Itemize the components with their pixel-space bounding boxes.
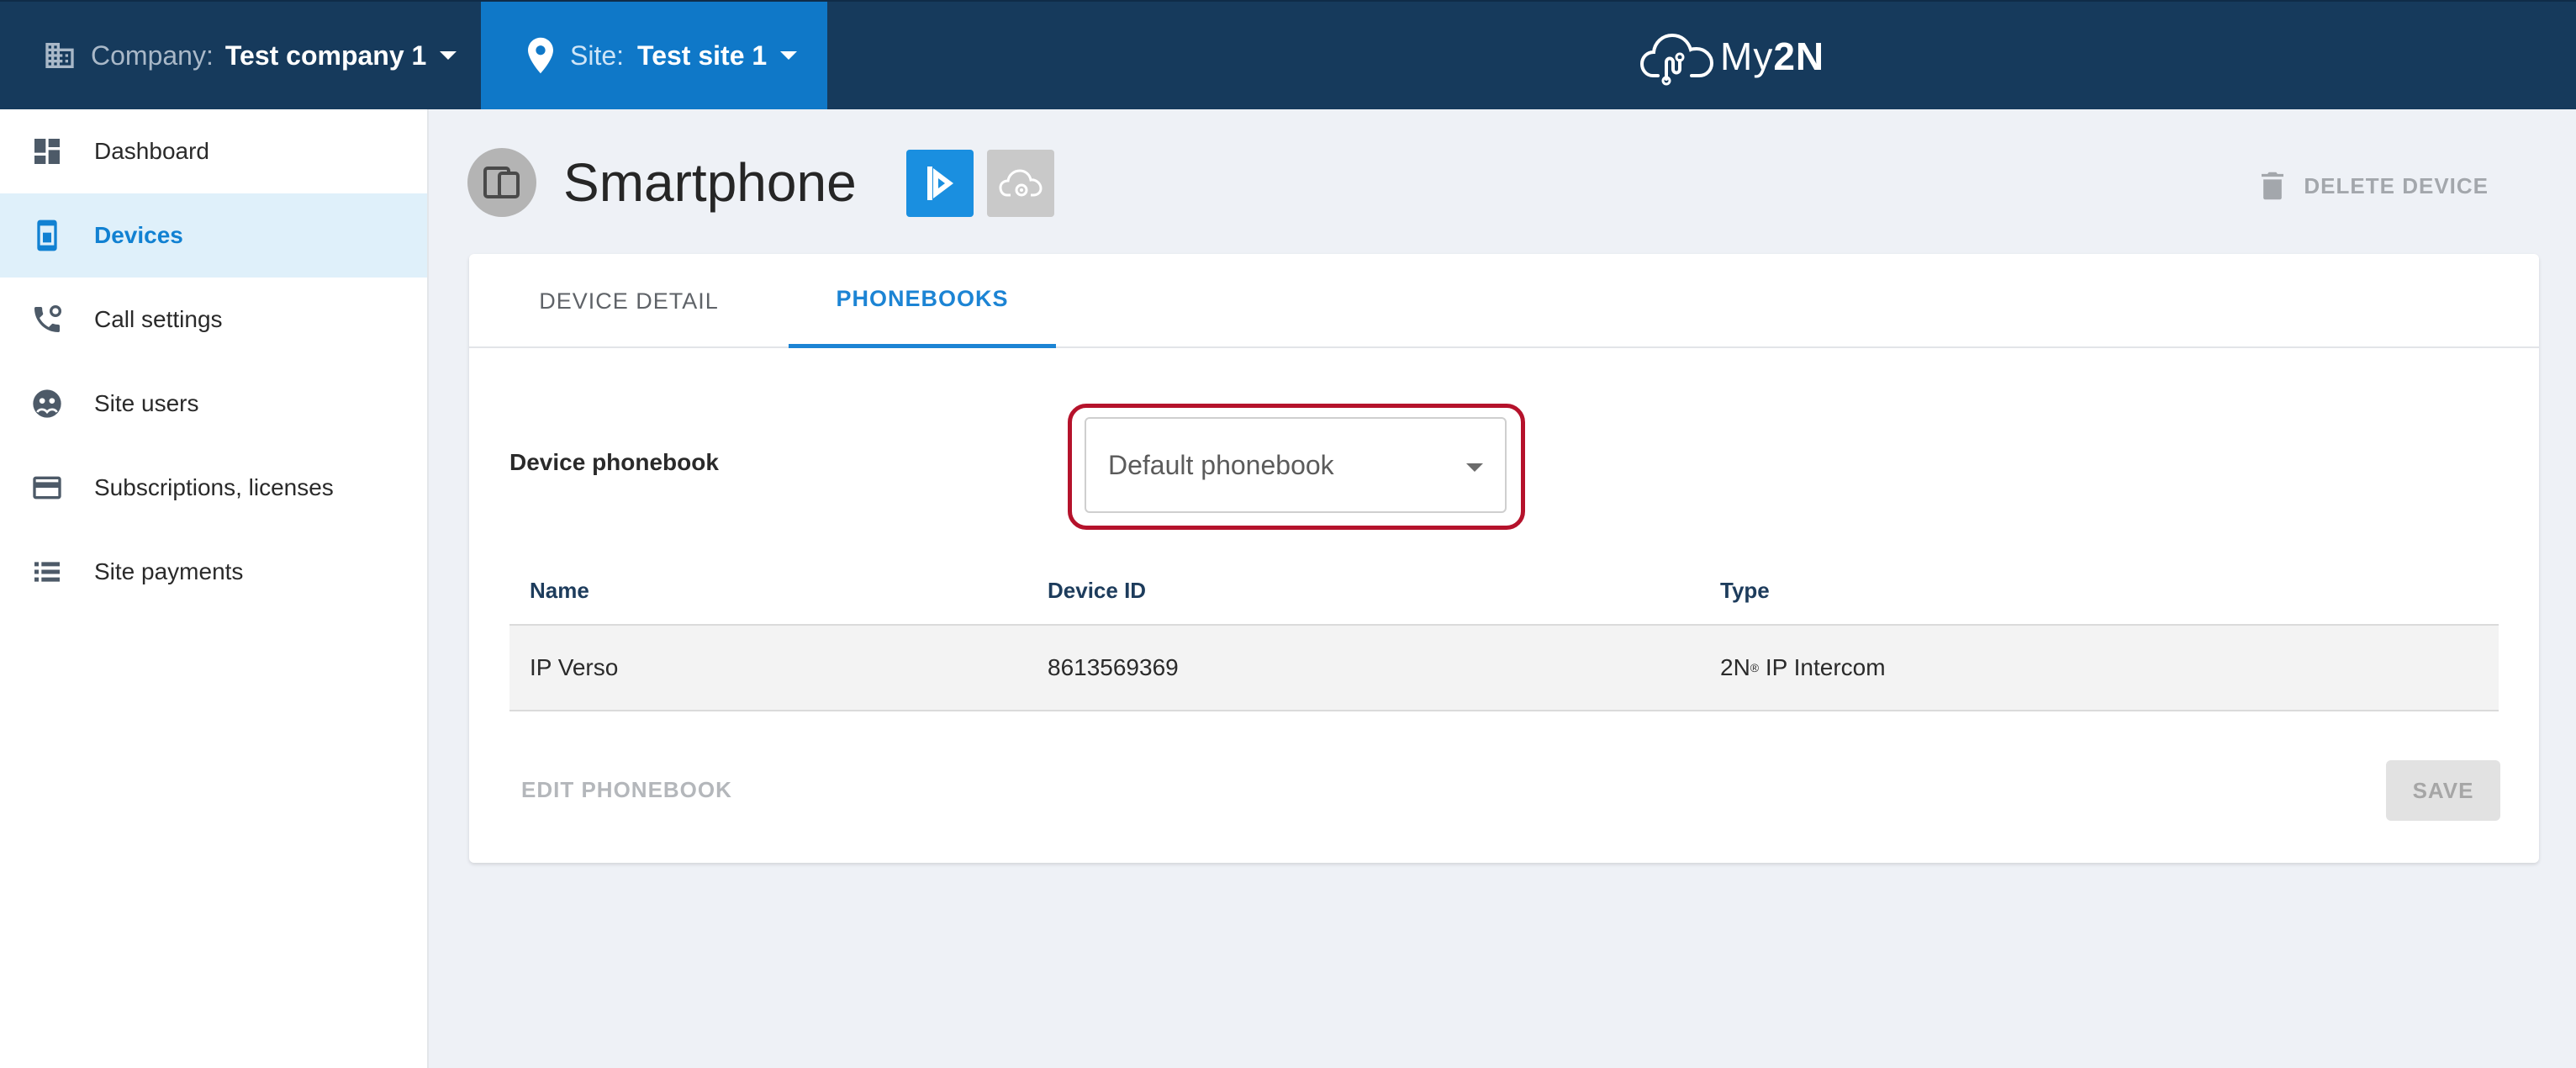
site-label: Site: <box>570 40 625 71</box>
smartphone-device-icon <box>483 167 520 198</box>
call-settings-icon <box>34 304 62 332</box>
device-type-avatar <box>467 148 536 217</box>
mobile-app-badge[interactable] <box>906 150 974 217</box>
phonebook-select-value: Default phonebook <box>1108 449 1334 480</box>
delete-device-label: DELETE DEVICE <box>2304 172 2489 198</box>
device-card: DEVICE DETAIL PHONEBOOKS Device phoneboo… <box>469 254 2539 863</box>
phonebook-select[interactable]: Default phonebook <box>1085 417 1507 513</box>
my2n-logo: My2N <box>1639 27 1824 86</box>
chevron-down-icon <box>780 51 798 60</box>
sidebar-item-site-payments[interactable]: Site payments <box>0 530 427 614</box>
sidebar-item-label: Call settings <box>94 306 223 332</box>
company-selector[interactable]: Company: Test company 1 <box>0 2 481 109</box>
top-bar: Company: Test company 1 Site: Test site … <box>0 0 2576 109</box>
save-button[interactable]: SAVE <box>2386 760 2500 821</box>
sidebar-item-call-settings[interactable]: Call settings <box>0 278 427 362</box>
sidebar-item-subscriptions[interactable]: Subscriptions, licenses <box>0 446 427 530</box>
cell-type-prefix: 2N <box>1720 654 1750 680</box>
registered-mark: ® <box>1750 661 1760 674</box>
sidebar-item-label: Site users <box>94 390 199 416</box>
building-icon <box>45 43 74 68</box>
table-row[interactable]: IP Verso 8613569369 2N ® IP Intercom <box>509 624 2499 711</box>
tab-device-detail[interactable]: DEVICE DETAIL <box>469 254 789 348</box>
cell-name: IP Verso <box>530 654 619 680</box>
device-phonebook-label: Device phonebook <box>509 449 719 475</box>
cloud-gear-icon <box>999 169 1043 197</box>
trash-icon <box>2262 172 2284 200</box>
site-selector[interactable]: Site: Test site 1 <box>481 2 827 109</box>
list-icon <box>34 562 60 582</box>
logo-text-my: My <box>1720 34 1774 78</box>
cloud-logo-icon <box>1639 33 1714 86</box>
cell-device-id: 8613569369 <box>1048 654 1179 680</box>
dashboard-icon <box>34 139 60 164</box>
chevron-down-icon <box>1466 463 1483 472</box>
site-value: Test site 1 <box>637 40 768 71</box>
cell-type-rest: IP Intercom <box>1759 654 1886 680</box>
delete-device-button[interactable]: DELETE DEVICE <box>2262 167 2489 205</box>
sidebar-item-devices[interactable]: Devices <box>0 193 427 278</box>
sidebar-item-dashboard[interactable]: Dashboard <box>0 109 427 193</box>
location-pin-icon <box>528 37 553 74</box>
sidebar-item-label: Devices <box>94 222 183 248</box>
cell-type: 2N ® IP Intercom <box>1720 626 1886 710</box>
tab-bar: DEVICE DETAIL PHONEBOOKS <box>469 254 2539 348</box>
devices-icon <box>37 219 57 251</box>
page-title: Smartphone <box>563 152 857 213</box>
sidebar-item-label: Site payments <box>94 558 244 584</box>
edit-phonebook-button[interactable]: EDIT PHONEBOOK <box>521 777 732 803</box>
column-header-type[interactable]: Type <box>1720 557 1770 624</box>
table-header: Name Device ID Type <box>509 557 2499 624</box>
tab-phonebooks[interactable]: PHONEBOOKS <box>789 254 1056 348</box>
column-header-name[interactable]: Name <box>530 557 589 624</box>
play-icon <box>927 167 953 200</box>
cloud-sync-badge[interactable] <box>987 150 1054 217</box>
logo-text-2n: 2N <box>1773 34 1825 78</box>
column-header-device-id[interactable]: Device ID <box>1048 557 1146 624</box>
sidebar: Dashboard Devices Call settings Site use… <box>0 109 429 1068</box>
sidebar-item-site-users[interactable]: Site users <box>0 362 427 446</box>
company-value: Test company 1 <box>224 40 427 71</box>
credit-card-icon <box>33 476 61 500</box>
site-users-icon <box>33 389 61 418</box>
chevron-down-icon <box>440 51 457 60</box>
sidebar-item-label: Dashboard <box>94 138 209 164</box>
sidebar-item-label: Subscriptions, licenses <box>94 474 334 500</box>
company-label: Company: <box>91 40 214 71</box>
